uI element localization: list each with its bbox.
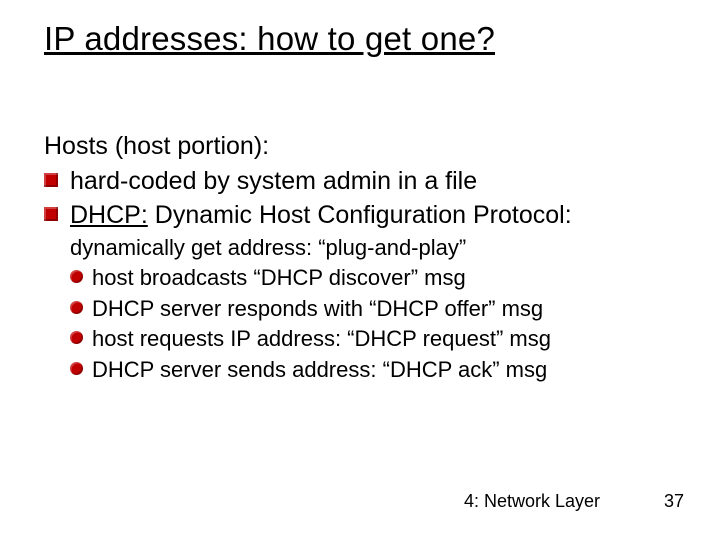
- dhcp-t3: onfiguration: [335, 201, 473, 229]
- bullet-1-text: hard-coded by system admin in a file: [70, 167, 477, 195]
- lead-text: Hosts (host portion):: [44, 130, 684, 163]
- step-4-pre: DHCP server sends address: “: [92, 357, 390, 382]
- dhcp-t2: ost: [277, 201, 317, 229]
- dhcp-P: P: [473, 201, 490, 229]
- circle-bullet-icon: [70, 301, 83, 314]
- slide-title: IP addresses: how to get one?: [44, 20, 495, 58]
- dhcp-C: C: [317, 201, 335, 229]
- dhcp-H: H: [259, 201, 277, 229]
- circle-bullet-icon: [70, 362, 83, 375]
- square-bullet-icon: [44, 207, 58, 221]
- square-bullet-icon: [44, 173, 58, 187]
- dhcp-t4: rotocol:: [490, 201, 572, 229]
- step-4: DHCP server sends address: “DHCP ack” ms…: [44, 356, 684, 385]
- bullet-item-2: DHCP: Dynamic Host Configuration Protoco…: [44, 199, 684, 232]
- step-2-em: DHCP offer: [376, 296, 488, 321]
- step-1-em: DHCP discover: [261, 265, 411, 290]
- circle-bullet-icon: [70, 270, 83, 283]
- page-number: 37: [664, 491, 684, 512]
- step-4-post: ” msg: [492, 357, 547, 382]
- dhcp-expansion: Dynamic Host Configuration Protocol:: [155, 201, 572, 229]
- footer-chapter: 4: Network Layer: [464, 491, 600, 512]
- dhcp-D: D: [155, 201, 173, 229]
- step-3-pre: host requests IP address: “: [92, 326, 355, 351]
- dhcp-t1: ynamic: [173, 201, 259, 229]
- step-4-em: DHCP ack: [390, 357, 492, 382]
- step-1: host broadcasts “DHCP discover” msg: [44, 264, 684, 293]
- slide: IP addresses: how to get one? Hosts (hos…: [0, 0, 720, 540]
- step-2-post: ” msg: [488, 296, 543, 321]
- circle-bullet-icon: [70, 331, 83, 344]
- step-1-post: ” msg: [411, 265, 466, 290]
- dhcp-subline: dynamically get address: “plug-and-play”: [44, 234, 684, 263]
- dhcp-term: DHCP:: [70, 201, 148, 229]
- step-2: DHCP server responds with “DHCP offer” m…: [44, 295, 684, 324]
- step-2-pre: DHCP server responds with “: [92, 296, 376, 321]
- bullet-item-1: hard-coded by system admin in a file: [44, 165, 684, 198]
- slide-body: Hosts (host portion): hard-coded by syst…: [44, 130, 684, 384]
- step-3-post: ” msg: [496, 326, 551, 351]
- step-1-pre: host broadcasts “: [92, 265, 261, 290]
- step-3-em: DHCP request: [355, 326, 496, 351]
- step-3: host requests IP address: “DHCP request”…: [44, 325, 684, 354]
